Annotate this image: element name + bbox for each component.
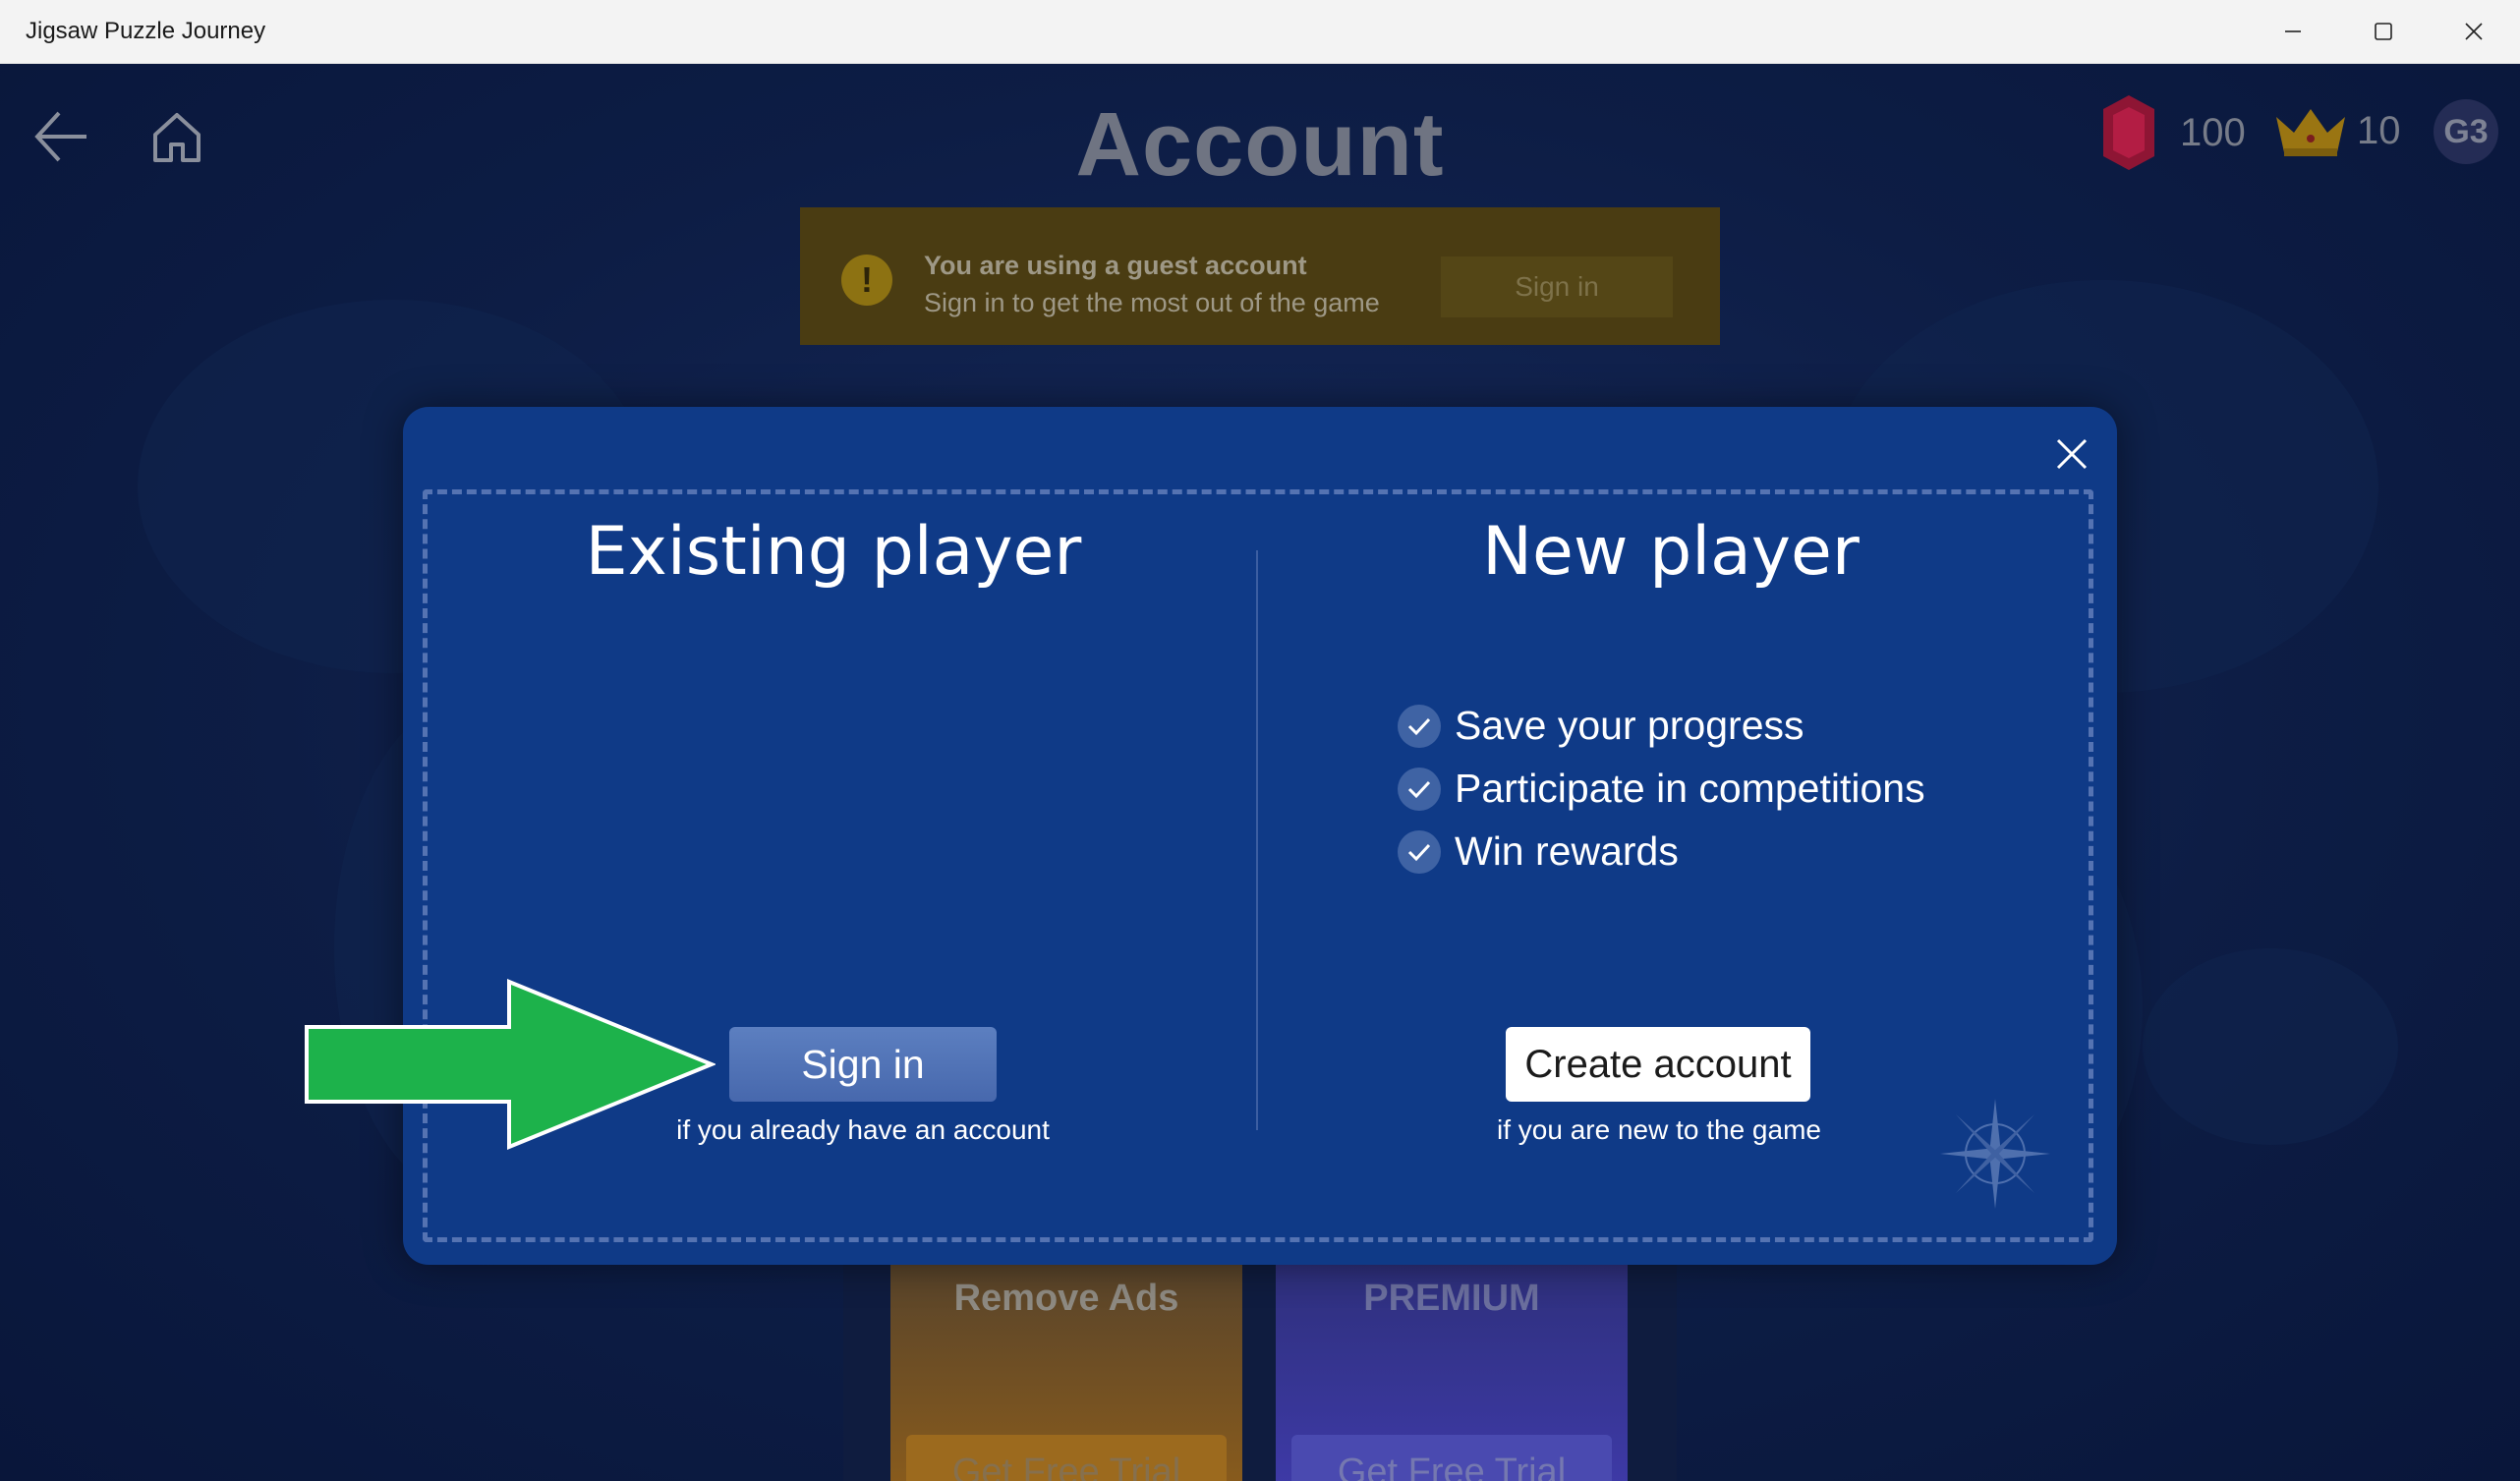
premium-trial-button[interactable]: Get Free Trial: [1291, 1435, 1612, 1481]
game-area: Account 100 10 G3 ! You are using a gues…: [0, 64, 2520, 1481]
compass-icon: [1940, 1099, 2050, 1209]
create-account-button[interactable]: Create account: [1506, 1027, 1810, 1102]
guest-banner-subtitle: Sign in to get the most out of the game: [924, 288, 1380, 317]
create-account-hint: if you are new to the game: [1497, 1114, 1821, 1145]
minimize-icon: [2285, 30, 2301, 32]
crown-icon: [2276, 109, 2345, 156]
card-title: Remove Ads: [953, 1278, 1179, 1319]
gem-count: 100: [2180, 110, 2246, 154]
avatar[interactable]: G3: [2434, 99, 2498, 164]
maximize-button[interactable]: [2339, 0, 2428, 63]
feature-item: Win rewards: [1398, 828, 1679, 875]
feature-text: Participate in competitions: [1455, 766, 1925, 811]
guest-account-banner: ! You are using a guest account Sign in …: [800, 207, 1720, 345]
window-titlebar: Jigsaw Puzzle Journey: [0, 0, 2520, 64]
feature-text: Win rewards: [1455, 828, 1679, 874]
card-title: PREMIUM: [1363, 1278, 1540, 1319]
maximize-icon: [2375, 23, 2392, 40]
warning-icon: !: [841, 255, 892, 306]
remove-ads-trial-button[interactable]: Get Free Trial: [906, 1435, 1227, 1481]
feature-item: Save your progress: [1398, 703, 1804, 749]
pointer-arrow-icon: [305, 979, 716, 1150]
crown-count: 10: [2357, 108, 2401, 152]
dialog-close-button[interactable]: [2038, 421, 2105, 487]
new-player-title: New player: [1482, 513, 1860, 591]
existing-player-title: Existing player: [585, 513, 1082, 591]
close-window-button[interactable]: [2430, 0, 2518, 63]
close-icon: [2465, 23, 2483, 40]
gem-icon: [2103, 95, 2154, 170]
check-icon: [1398, 704, 1441, 748]
feature-item: Participate in competitions: [1398, 766, 1925, 812]
map-continent: [2143, 948, 2398, 1145]
check-icon: [1398, 829, 1441, 874]
minimize-button[interactable]: [2249, 0, 2337, 63]
banner-sign-in-button[interactable]: Sign in: [1441, 256, 1673, 317]
crown-counter[interactable]: 10: [2272, 103, 2401, 158]
guest-banner-title: You are using a guest account: [924, 251, 1307, 280]
feature-text: Save your progress: [1455, 703, 1804, 748]
gem-counter[interactable]: 100: [2099, 93, 2246, 172]
sign-in-button[interactable]: Sign in: [729, 1027, 997, 1102]
window-title: Jigsaw Puzzle Journey: [26, 18, 266, 44]
column-divider: [1256, 550, 1258, 1130]
close-icon: [2056, 438, 2088, 470]
check-icon: [1398, 767, 1441, 811]
